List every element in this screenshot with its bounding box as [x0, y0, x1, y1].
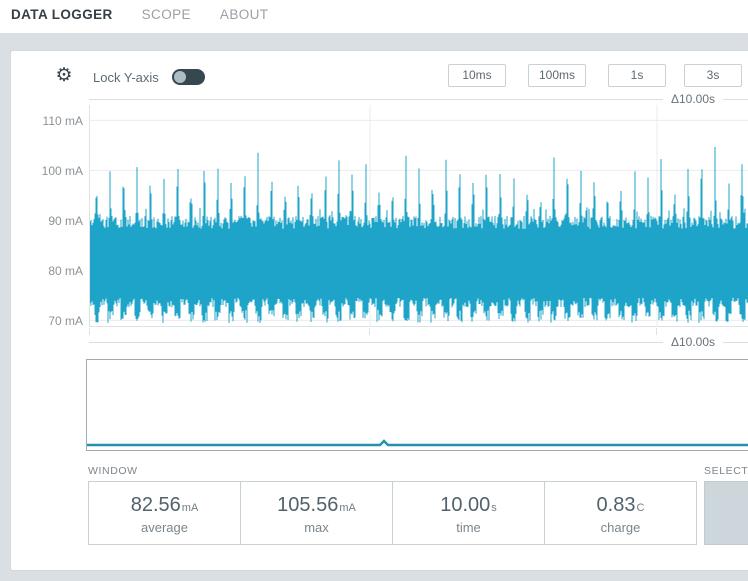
stat-value: 82.56 — [130, 493, 181, 516]
current-waveform — [90, 146, 748, 323]
data-logger-panel: ⚙ Lock Y-axis 10ms 100ms 1s 3s Δ10.00s 1… — [10, 50, 748, 571]
delta-line-left — [89, 341, 663, 343]
delta-label: Δ10.00s — [670, 335, 715, 349]
y-tick-110: 110 mA — [42, 114, 83, 128]
tab-about[interactable]: ABOUT — [219, 5, 270, 24]
minimap-plot — [87, 439, 748, 447]
x-tick — [369, 328, 370, 335]
minimap-overview[interactable] — [86, 359, 748, 451]
stat-unit: mA — [181, 501, 199, 514]
app-window: DATA LOGGER SCOPE ABOUT ⚙ Lock Y-axis 10… — [0, 0, 748, 581]
delta-line-right — [723, 98, 748, 100]
window-section-title: WINDOW — [88, 465, 138, 477]
stat-max: 105.56 mA max — [240, 482, 392, 544]
lock-y-axis-label: Lock Y-axis — [93, 70, 159, 85]
minimap-window-delta: Δ10.00s — [89, 335, 748, 349]
toggle-knob — [174, 71, 186, 83]
range-button-1s[interactable]: 1s — [608, 64, 666, 87]
selection-section-title: SELECTION — [704, 465, 748, 477]
x-tick — [89, 328, 90, 335]
y-tick-90: 90 mA — [48, 214, 83, 228]
stat-label: average — [141, 519, 188, 535]
range-button-10ms[interactable]: 10ms — [448, 64, 506, 87]
stat-time: 10.00 s time — [392, 482, 544, 544]
selection-stats-placeholder — [704, 481, 748, 545]
settings-gear-icon[interactable]: ⚙ — [53, 65, 75, 87]
range-button-3s[interactable]: 3s — [684, 64, 742, 87]
stat-label: charge — [600, 519, 641, 535]
tab-data-logger[interactable]: DATA LOGGER — [10, 5, 114, 24]
tab-bar: DATA LOGGER SCOPE ABOUT — [0, 0, 748, 33]
delta-line-right — [723, 341, 748, 343]
main-chart[interactable] — [89, 105, 748, 327]
window-stats-row: 82.56 mA average 105.56 mA max 10.00 s t… — [88, 481, 697, 545]
stat-charge: 0.83 C charge — [544, 482, 696, 544]
stat-label: time — [456, 519, 481, 535]
tab-scope[interactable]: SCOPE — [141, 5, 192, 24]
stat-unit: C — [636, 501, 645, 514]
lock-y-axis-toggle[interactable] — [172, 69, 205, 85]
stat-average: 82.56 mA average — [89, 482, 240, 544]
stat-value: 0.83 — [596, 493, 636, 516]
stat-unit: s — [491, 501, 497, 514]
chart-window-delta: Δ10.00s — [89, 92, 748, 106]
stat-label: max — [304, 519, 329, 535]
stat-value: 105.56 — [277, 493, 339, 516]
stat-value: 10.00 — [440, 493, 491, 516]
stat-unit: mA — [339, 501, 356, 514]
delta-line-left — [89, 98, 663, 100]
y-tick-100: 100 mA — [41, 164, 83, 178]
waveform-plot — [90, 105, 748, 327]
y-tick-80: 80 mA — [48, 264, 83, 278]
delta-label: Δ10.00s — [670, 92, 715, 106]
range-button-100ms[interactable]: 100ms — [528, 64, 586, 87]
x-tick — [656, 328, 657, 335]
y-tick-70: 70 mA — [48, 314, 83, 328]
